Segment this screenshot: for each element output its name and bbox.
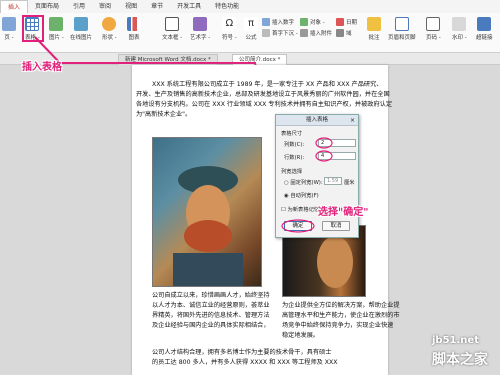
annotation-choose-ok: 选择"确定": [318, 207, 369, 218]
field-icon: [336, 29, 344, 37]
online-picture-button[interactable]: 在线图片: [70, 17, 92, 41]
tab-special[interactable]: 特色功能: [208, 0, 246, 13]
dialog-title-bar: 插入表格 ×: [276, 115, 358, 126]
comment-button[interactable]: 批注: [367, 17, 381, 41]
table-size-group-label: 表格尺寸: [281, 131, 303, 137]
picture-icon: [49, 17, 64, 31]
paragraph-1-line-1: XXX 系统工程有限公司成立于 1989 年，是一家专注于 XX 产品和 XXX…: [152, 81, 383, 88]
auto-width-radio[interactable]: ◉ 自动列宽(F): [284, 191, 319, 199]
page-icon: [2, 17, 16, 31]
menu-tab-bar: 插入 页面布局 引用 审阅 视图 章节 开发工具 特色功能: [0, 0, 500, 13]
formula-button[interactable]: π 公式: [244, 17, 258, 41]
ribbon: 页 - 表格 - 图片 - 在线图片 形状 - 图表 文本框 - 艺术字 - Ω…: [0, 13, 500, 53]
paragraph-3-line-2: 的员工达 800 多人，并有多人获得 XXXX 和 XXX 等工程师及 XXX: [152, 359, 338, 366]
left-column-line-4: 及企业经验与国内企业的具体实际相结合，: [152, 322, 270, 329]
rows-label: 行数(R):: [284, 155, 305, 161]
watermark-site: jb51.net: [432, 335, 479, 346]
close-icon[interactable]: ×: [350, 115, 355, 126]
comment-icon: [367, 17, 381, 31]
header-footer-button[interactable]: 页眉和页脚: [388, 17, 416, 41]
field-button[interactable]: 域: [336, 29, 352, 37]
dialog-title: 插入表格: [305, 117, 328, 123]
insert-table-dialog: 插入表格 × 表格尺寸 列数(C): 2 行数(R): 4 列宽选择 ○ 固定列…: [275, 114, 359, 238]
first-letter-button[interactable]: 首字下沉 -: [262, 29, 298, 37]
tab-insert[interactable]: 插入: [0, 0, 29, 13]
tab-references[interactable]: 引用: [66, 0, 92, 13]
art-text-button[interactable]: 艺术字 -: [190, 17, 210, 41]
fixed-width-input[interactable]: 1.59: [324, 177, 342, 185]
right-column-line-1: 为企业提供全方位的解决方案，帮助企业提: [282, 302, 400, 309]
tab-company-profile[interactable]: 公司简介.docx *: [232, 54, 288, 65]
date-button[interactable]: 日期: [336, 18, 357, 26]
object-button[interactable]: 对象 -: [300, 18, 325, 26]
chart-button[interactable]: 图表: [127, 17, 141, 41]
watermark-name: 脚本之家: [432, 352, 488, 368]
insert-number-button[interactable]: 插入数字: [262, 18, 294, 26]
object-icon: [300, 18, 308, 26]
art-text-icon: [193, 17, 208, 31]
header-footer-icon: [394, 17, 409, 31]
portrait-left-art: [173, 166, 243, 286]
textbox-icon: [165, 17, 180, 31]
paragraph-1-line-3: 各地设有分支机构。公司在 XXX 行业领域 XXX 专利技术并拥有自主知识产权，…: [136, 101, 393, 108]
annotation-insert-table: 插入表格: [22, 62, 62, 73]
right-column-line-4: 稳定地发展。: [282, 332, 320, 339]
online-picture-icon: [74, 17, 88, 31]
link-icon: [477, 17, 492, 31]
left-column-line-1: 公司自成立以来，珍惜画画人才，始终坚持: [152, 292, 270, 299]
shape-icon: [102, 17, 117, 31]
symbol-button[interactable]: Ω 符号 -: [222, 17, 237, 41]
table-highlight-box: [22, 15, 44, 42]
drop-cap-icon: [262, 29, 270, 37]
tab-page-layout[interactable]: 页面布局: [28, 0, 66, 13]
paragraph-1-line-2: 开发、生产及销售的高新技术企业，总部及研发基地设立于风景秀丽的广州软件园，并在全…: [136, 91, 390, 98]
picture-button[interactable]: 图片 -: [49, 17, 64, 41]
fixed-width-unit: 厘米: [344, 180, 355, 186]
textbox-button[interactable]: 文本框 -: [162, 17, 182, 41]
paperclip-icon: [300, 29, 308, 37]
input-highlight-circles: [315, 137, 333, 162]
page-number-button[interactable]: 页码 -: [426, 17, 441, 41]
fixed-width-radio[interactable]: ○ 固定列宽(W):: [284, 178, 323, 186]
page-number-icon: [426, 17, 441, 31]
left-column-line-2: 以人才为本、诚信立业的经营原则，荟萃业: [152, 302, 270, 309]
tab-developer[interactable]: 开发工具: [170, 0, 208, 13]
omega-icon: Ω: [222, 17, 237, 31]
cancel-button[interactable]: 取消: [322, 221, 350, 231]
right-column-line-2: 高管理水平和生产能力，使企业在激烈的市: [282, 312, 400, 319]
paragraph-3-line-1: 公司人才结构合理，拥有多名博士作为主要的技术骨干，具有硕士: [152, 349, 332, 356]
page-button[interactable]: 页 -: [2, 17, 16, 41]
watermark-icon: [452, 17, 467, 31]
calendar-icon: [336, 18, 344, 26]
columns-label: 列数(C):: [284, 142, 305, 148]
paragraph-1-line-4: 为"高新技术企业"。: [136, 111, 192, 118]
left-column-line-3: 界精英，将国外先进的信息技术、管理方法: [152, 312, 270, 319]
pi-icon: π: [244, 17, 258, 31]
column-width-group-label: 列宽选择: [281, 169, 303, 175]
tab-review[interactable]: 审阅: [92, 0, 118, 13]
hyperlink-button[interactable]: 超链接: [476, 17, 493, 41]
right-column-line-3: 场竞争中始终保持竞争力，实现企业快速: [282, 322, 394, 329]
attachment-button[interactable]: 插入附件: [300, 29, 332, 37]
watermark-button[interactable]: 水印 -: [452, 17, 467, 41]
tab-section[interactable]: 章节: [144, 0, 170, 13]
tab-new-document[interactable]: 新建 Microsoft Word 文档.docx *: [118, 54, 218, 65]
ok-highlight-circle: [281, 219, 315, 233]
document-tab-bar: 新建 Microsoft Word 文档.docx * 公司简介.docx *: [0, 53, 500, 65]
portrait-left[interactable]: [152, 137, 262, 287]
tab-view[interactable]: 视图: [118, 0, 144, 13]
shape-button[interactable]: 形状 -: [102, 17, 117, 41]
chart-icon: [127, 17, 141, 31]
number-icon: [262, 18, 270, 26]
